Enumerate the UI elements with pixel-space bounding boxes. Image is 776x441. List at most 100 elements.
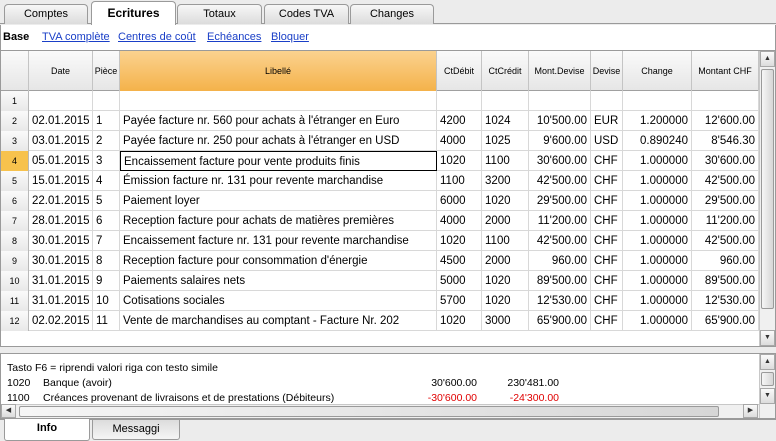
cell-piece[interactable]: 5: [93, 191, 120, 211]
tab-comptes[interactable]: Comptes: [4, 4, 88, 24]
cell-piece[interactable]: 4: [93, 171, 120, 191]
cell-ctdebit[interactable]: 1020: [437, 311, 482, 331]
table-row[interactable]: 11 31.01.2015 10 Cotisations sociales 5700 10…: [1, 291, 759, 311]
cell-ctcredit[interactable]: 1025: [482, 131, 529, 151]
cell-mont-devise[interactable]: 9'600.00: [529, 131, 591, 151]
cell-change[interactable]: 1.000000: [623, 211, 692, 231]
cell-change[interactable]: 1.000000: [623, 311, 692, 331]
cell-montant-chf[interactable]: 42'500.00: [692, 171, 759, 191]
col-header-ctcredit[interactable]: CtCrédit: [482, 51, 529, 91]
view-link-centres-de-cout[interactable]: Centres de coût: [118, 31, 196, 43]
col-header-date[interactable]: Date: [29, 51, 93, 91]
cell-piece[interactable]: 9: [93, 271, 120, 291]
view-link-bloquer[interactable]: Bloquer: [271, 31, 309, 43]
cell-change[interactable]: 1.000000: [623, 231, 692, 251]
col-header-montant-chf[interactable]: Montant CHF: [692, 51, 759, 91]
cell-ctcredit[interactable]: 1020: [482, 271, 529, 291]
cell-ctcredit[interactable]: 3000: [482, 311, 529, 331]
row-number[interactable]: 12: [1, 311, 29, 331]
cell-date[interactable]: 03.01.2015: [29, 131, 93, 151]
cell-date[interactable]: 02.02.2015: [29, 311, 93, 331]
tab-changes[interactable]: Changes: [350, 4, 434, 24]
row-number[interactable]: 6: [1, 191, 29, 211]
cell-libelle[interactable]: Payée facture nr. 560 pour achats à l'ét…: [120, 111, 437, 131]
cell-date[interactable]: 31.01.2015: [29, 291, 93, 311]
cell-piece[interactable]: 2: [93, 131, 120, 151]
cell-change[interactable]: 1.000000: [623, 151, 692, 171]
view-link-echeances[interactable]: Echéances: [207, 31, 261, 43]
col-header-devise[interactable]: Devise: [591, 51, 623, 91]
cell-libelle[interactable]: Cotisations sociales: [120, 291, 437, 311]
cell-mont-devise[interactable]: 65'900.00: [529, 311, 591, 331]
row-number[interactable]: 1: [1, 91, 29, 111]
cell-libelle[interactable]: Encaissement facture nr. 131 pour revent…: [120, 231, 437, 251]
cell-ctdebit[interactable]: 4500: [437, 251, 482, 271]
cell-montant-chf[interactable]: 65'900.00: [692, 311, 759, 331]
row-number[interactable]: 10: [1, 271, 29, 291]
cell-libelle[interactable]: Encaissement facture pour vente produits…: [120, 151, 437, 171]
cell-libelle[interactable]: Reception facture pour consommation d'én…: [120, 251, 437, 271]
table-row[interactable]: 10 31.01.2015 9 Paiements salaires nets 5000…: [1, 271, 759, 291]
cell-devise[interactable]: CHF: [591, 271, 623, 291]
cell-ctcredit[interactable]: 1100: [482, 151, 529, 171]
cell-ctdebit[interactable]: 4200: [437, 111, 482, 131]
cell-montant-chf[interactable]: 30'600.00: [692, 151, 759, 171]
cell-montant-chf[interactable]: 29'500.00: [692, 191, 759, 211]
cell-ctdebit[interactable]: 4000: [437, 131, 482, 151]
cell-ctdebit[interactable]: 6000: [437, 191, 482, 211]
table-vertical-scrollbar[interactable]: ▲ ▼: [759, 51, 775, 346]
cell-montant-chf[interactable]: 960.00: [692, 251, 759, 271]
cell-piece[interactable]: 11: [93, 311, 120, 331]
cell-ctcredit[interactable]: 1020: [482, 291, 529, 311]
row-number[interactable]: 5: [1, 171, 29, 191]
row-number[interactable]: 8: [1, 231, 29, 251]
table-row[interactable]: 8 30.01.2015 7 Encaissement facture nr. 131…: [1, 231, 759, 251]
scroll-thumb[interactable]: [761, 372, 774, 386]
cell-libelle[interactable]: Vente de marchandises au comptant - Fact…: [120, 311, 437, 331]
cell-montant-chf[interactable]: 89'500.00: [692, 271, 759, 291]
cell-devise[interactable]: EUR: [591, 111, 623, 131]
cell-mont-devise[interactable]: 960.00: [529, 251, 591, 271]
cell-mont-devise[interactable]: 42'500.00: [529, 231, 591, 251]
cell-change[interactable]: 1.000000: [623, 171, 692, 191]
row-number[interactable]: 2: [1, 111, 29, 131]
tab-codes-tva[interactable]: Codes TVA: [264, 4, 349, 24]
cell-change[interactable]: 0.890240: [623, 131, 692, 151]
table-row[interactable]: 5 15.01.2015 4 Émission facture nr. 131 pou…: [1, 171, 759, 191]
cell-ctdebit[interactable]: 1100: [437, 171, 482, 191]
cell-mont-devise[interactable]: 89'500.00: [529, 271, 591, 291]
tab-totaux[interactable]: Totaux: [177, 4, 262, 24]
cell-mont-devise[interactable]: 10'500.00: [529, 111, 591, 131]
cell-montant-chf[interactable]: 12'530.00: [692, 291, 759, 311]
row-number[interactable]: 7: [1, 211, 29, 231]
table-row[interactable]: 1: [1, 91, 759, 111]
cell-date[interactable]: 15.01.2015: [29, 171, 93, 191]
scroll-down-icon[interactable]: ▼: [760, 388, 775, 404]
scroll-left-icon[interactable]: ◀: [1, 404, 16, 418]
cell-piece[interactable]: 7: [93, 231, 120, 251]
cell-montant-chf[interactable]: 11'200.00: [692, 211, 759, 231]
cell-montant-chf[interactable]: 8'546.30: [692, 131, 759, 151]
cell-ctcredit[interactable]: 1024: [482, 111, 529, 131]
cell-ctdebit[interactable]: [437, 91, 482, 111]
cell-piece[interactable]: [93, 91, 120, 111]
info-vertical-scrollbar[interactable]: ▲ ▼: [759, 354, 775, 418]
cell-montant-chf[interactable]: [692, 91, 759, 111]
tab-info[interactable]: Info: [4, 419, 90, 441]
cell-montant-chf[interactable]: 12'600.00: [692, 111, 759, 131]
table-row[interactable]: 4 05.01.2015 3 Encaissement facture pour ve…: [1, 151, 759, 171]
cell-date[interactable]: 31.01.2015: [29, 271, 93, 291]
table-row[interactable]: 6 22.01.2015 5 Paiement loyer 6000 1020 29'500…: [1, 191, 759, 211]
cell-libelle[interactable]: [120, 91, 437, 111]
col-header-ctdebit[interactable]: CtDébit: [437, 51, 482, 91]
tab-messaggi[interactable]: Messaggi: [92, 420, 180, 440]
cell-date[interactable]: 22.01.2015: [29, 191, 93, 211]
cell-ctdebit[interactable]: 1020: [437, 151, 482, 171]
cell-libelle[interactable]: Payée facture nr. 250 pour achats à l'ét…: [120, 131, 437, 151]
cell-ctdebit[interactable]: 1020: [437, 231, 482, 251]
cell-ctdebit[interactable]: 5000: [437, 271, 482, 291]
cell-date[interactable]: 28.01.2015: [29, 211, 93, 231]
cell-mont-devise[interactable]: 29'500.00: [529, 191, 591, 211]
row-number[interactable]: 3: [1, 131, 29, 151]
cell-piece[interactable]: 6: [93, 211, 120, 231]
